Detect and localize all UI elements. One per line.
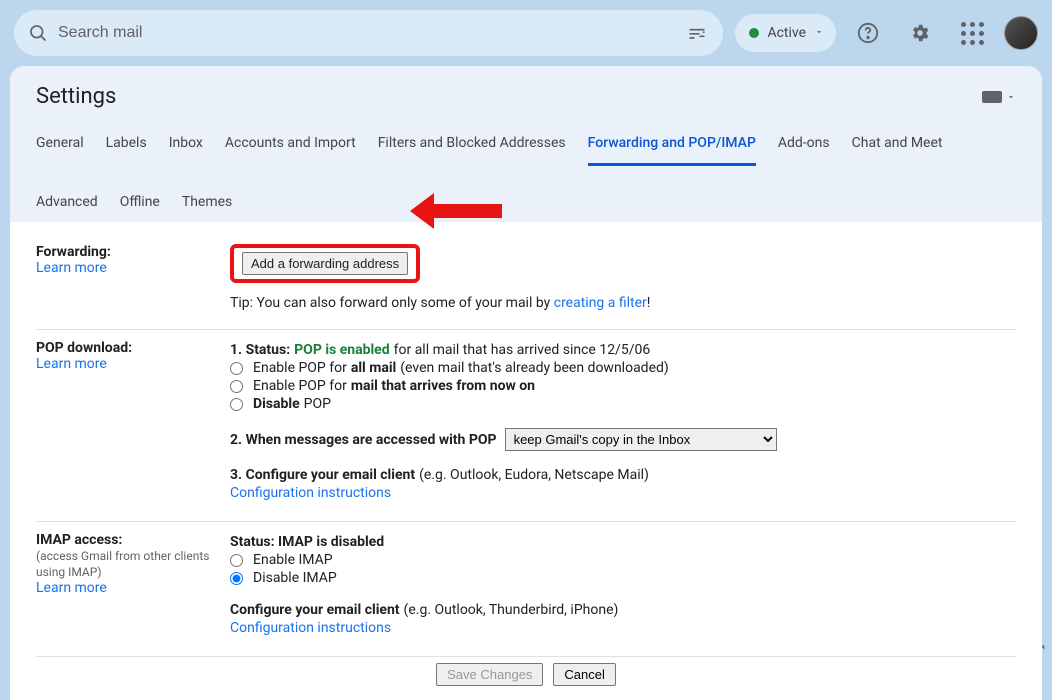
gear-icon[interactable] — [900, 13, 940, 53]
pop-disable-radio[interactable] — [230, 398, 243, 411]
search-bar[interactable] — [14, 10, 723, 56]
tab-inbox[interactable]: Inbox — [169, 129, 203, 166]
search-input[interactable] — [48, 24, 677, 42]
tab-add-ons[interactable]: Add-ons — [778, 129, 830, 166]
tab-offline[interactable]: Offline — [120, 188, 160, 222]
imap-enable-radio[interactable] — [230, 554, 243, 567]
tab-themes[interactable]: Themes — [182, 188, 232, 222]
pop-config-link[interactable]: Configuration instructions — [230, 485, 391, 501]
cancel-button[interactable]: Cancel — [553, 663, 615, 686]
search-icon — [28, 23, 48, 43]
add-forwarding-button[interactable]: Add a forwarding address — [242, 252, 408, 275]
status-label: Active — [767, 25, 806, 41]
pop-label: POP download: — [36, 340, 132, 356]
status-chip[interactable]: Active — [735, 14, 836, 52]
apps-icon[interactable] — [952, 13, 992, 53]
tab-forwarding-and-pop-imap[interactable]: Forwarding and POP/IMAP — [588, 129, 756, 166]
imap-learn-link[interactable]: Learn more — [36, 580, 107, 596]
help-icon[interactable] — [848, 13, 888, 53]
create-filter-link[interactable]: creating a filter — [554, 295, 647, 311]
tab-filters-and-blocked-addresses[interactable]: Filters and Blocked Addresses — [378, 129, 566, 166]
avatar[interactable] — [1004, 16, 1038, 50]
input-tools-dropdown[interactable] — [982, 91, 1016, 103]
tab-labels[interactable]: Labels — [106, 129, 147, 166]
pop-action-select[interactable]: keep Gmail's copy in the Inbox — [505, 428, 777, 451]
chevron-down-icon — [814, 25, 824, 41]
imap-config-link[interactable]: Configuration instructions — [230, 620, 391, 636]
pop-all-mail-radio[interactable] — [230, 362, 243, 375]
forwarding-learn-link[interactable]: Learn more — [36, 260, 107, 276]
highlight-annotation: Add a forwarding address — [230, 244, 420, 283]
forwarding-tip-text: Tip: You can also forward only some of y… — [230, 295, 554, 311]
imap-label: IMAP access: — [36, 532, 122, 548]
page-title: Settings — [36, 84, 116, 109]
imap-status: Status: IMAP is disabled — [230, 534, 384, 550]
annotation-arrow — [432, 204, 502, 218]
forwarding-label: Forwarding: — [36, 244, 111, 260]
pop-now-on-radio[interactable] — [230, 380, 243, 393]
keyboard-icon — [982, 91, 1002, 103]
tab-accounts-and-import[interactable]: Accounts and Import — [225, 129, 356, 166]
pop-learn-link[interactable]: Learn more — [36, 356, 107, 372]
tab-general[interactable]: General — [36, 129, 84, 166]
tab-advanced[interactable]: Advanced — [36, 188, 98, 222]
side-panel-toggle[interactable] — [1034, 632, 1052, 662]
search-options-icon[interactable] — [677, 13, 717, 53]
tab-chat-and-meet[interactable]: Chat and Meet — [852, 129, 943, 166]
status-dot-icon — [749, 28, 759, 38]
imap-sublabel: (access Gmail from other clients using I… — [36, 549, 209, 579]
save-button[interactable]: Save Changes — [436, 663, 543, 686]
imap-disable-radio[interactable] — [230, 572, 243, 585]
